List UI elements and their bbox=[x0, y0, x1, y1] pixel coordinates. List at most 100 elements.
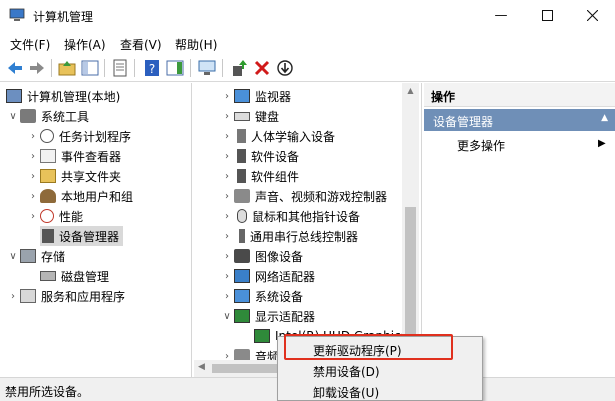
chevron-right-icon[interactable]: › bbox=[220, 111, 234, 122]
list-item[interactable]: › 声音、视频和游戏控制器 bbox=[220, 186, 387, 206]
tree-label: 设备管理器 bbox=[59, 229, 120, 244]
toolbox-icon bbox=[20, 109, 36, 123]
device-label: 键盘 bbox=[255, 109, 280, 124]
speaker-icon bbox=[234, 189, 250, 203]
chevron-down-icon[interactable]: ∨ bbox=[220, 311, 234, 322]
tree-label: 本地用户和组 bbox=[61, 189, 134, 204]
list-item[interactable]: ∨ 显示适配器 bbox=[220, 306, 315, 326]
action-pane-icon[interactable] bbox=[165, 58, 185, 78]
tree-root[interactable]: 计算机管理(本地) bbox=[6, 86, 120, 106]
tree-item-performance[interactable]: › 性能 bbox=[26, 206, 83, 226]
monitor-icon bbox=[234, 89, 250, 103]
more-actions-link[interactable]: 更多操作 bbox=[457, 137, 505, 154]
list-item[interactable]: › 图像设备 bbox=[220, 246, 303, 266]
up-folder-icon[interactable] bbox=[57, 58, 77, 78]
tree-item-services-apps[interactable]: › 服务和应用程序 bbox=[6, 286, 125, 306]
show-tree-icon[interactable] bbox=[80, 58, 100, 78]
software-device-icon bbox=[237, 149, 246, 163]
chevron-right-icon[interactable]: › bbox=[220, 131, 234, 142]
chevron-right-icon[interactable]: › bbox=[220, 251, 234, 262]
disable-device-menu-item[interactable]: 禁用设备(D) bbox=[313, 363, 380, 380]
list-item[interactable]: › 系统设备 bbox=[220, 286, 303, 306]
maximize-button[interactable] bbox=[524, 0, 570, 30]
tree-item-event-viewer[interactable]: › 事件查看器 bbox=[26, 146, 121, 166]
chevron-right-icon[interactable]: › bbox=[220, 91, 234, 102]
scan-hardware-icon[interactable] bbox=[197, 58, 217, 78]
graphics-card-icon bbox=[254, 329, 270, 343]
highlight-box bbox=[284, 334, 453, 360]
chevron-right-icon[interactable]: › bbox=[220, 191, 234, 202]
list-item[interactable]: › 通用串行总线控制器 bbox=[220, 226, 358, 246]
tree-label: 任务计划程序 bbox=[59, 129, 132, 144]
status-text: 禁用所选设备。 bbox=[5, 385, 90, 399]
tree-label: 事件查看器 bbox=[61, 149, 122, 164]
list-item[interactable]: › 监视器 bbox=[220, 86, 291, 106]
minimize-button[interactable]: — bbox=[478, 0, 524, 30]
performance-icon bbox=[40, 209, 54, 223]
toolbar-separator bbox=[51, 59, 52, 77]
chevron-right-icon[interactable]: › bbox=[26, 171, 40, 182]
menu-help[interactable]: 帮助(H) bbox=[175, 36, 217, 53]
tree-item-system-tools[interactable]: ∨ 系统工具 bbox=[6, 106, 89, 126]
tree-item-device-manager[interactable]: 设备管理器 bbox=[40, 226, 124, 246]
menu-action[interactable]: 操作(A) bbox=[64, 36, 106, 53]
tree-item-task-scheduler[interactable]: › 任务计划程序 bbox=[26, 126, 131, 146]
chevron-right-icon[interactable]: › bbox=[220, 171, 234, 182]
chevron-right-icon[interactable]: › bbox=[26, 131, 40, 142]
update-driver-icon[interactable] bbox=[229, 58, 249, 78]
close-icon bbox=[586, 9, 598, 21]
list-item[interactable]: › 鼠标和其他指针设备 bbox=[220, 206, 360, 226]
chevron-down-icon[interactable]: ∨ bbox=[6, 111, 20, 122]
list-item[interactable]: › 软件组件 bbox=[220, 166, 299, 186]
list-item[interactable]: › 人体学输入设备 bbox=[220, 126, 335, 146]
list-item[interactable]: › 网络适配器 bbox=[220, 266, 315, 286]
tree-item-storage[interactable]: ∨ 存储 bbox=[6, 246, 65, 266]
toolbar-separator bbox=[222, 59, 223, 77]
chevron-right-icon[interactable]: › bbox=[220, 151, 234, 162]
navigation-tree: 计算机管理(本地) ∨ 系统工具 › 任务计划程序 › 事件查看器 › 共享文件… bbox=[0, 83, 192, 377]
back-arrow-icon[interactable] bbox=[5, 58, 25, 78]
chevron-right-icon[interactable]: › bbox=[220, 231, 234, 242]
uninstall-icon[interactable] bbox=[252, 58, 272, 78]
maximize-icon bbox=[541, 9, 553, 21]
chevron-right-icon[interactable]: › bbox=[220, 271, 234, 282]
clock-icon bbox=[40, 129, 54, 143]
uninstall-device-menu-item[interactable]: 卸载设备(U) bbox=[313, 384, 379, 401]
chevron-right-icon[interactable]: › bbox=[26, 191, 40, 202]
chevron-right-icon[interactable]: › bbox=[26, 151, 40, 162]
software-component-icon bbox=[237, 169, 246, 183]
toolbar: ? bbox=[0, 54, 615, 82]
chevron-down-icon[interactable]: ∨ bbox=[6, 251, 20, 262]
tree-label: 存储 bbox=[41, 249, 66, 264]
device-label: 通用串行总线控制器 bbox=[250, 229, 359, 244]
network-adapter-icon bbox=[234, 269, 250, 283]
chevron-right-icon[interactable]: ▶ bbox=[598, 138, 606, 149]
chevron-right-icon[interactable]: › bbox=[220, 211, 234, 222]
tree-item-disk-management[interactable]: 磁盘管理 bbox=[40, 266, 109, 286]
menu-file[interactable]: 文件(F) bbox=[10, 36, 50, 53]
chevron-right-icon[interactable]: › bbox=[6, 291, 20, 302]
hid-icon bbox=[237, 129, 246, 143]
download-circle-icon[interactable] bbox=[275, 58, 295, 78]
close-button[interactable] bbox=[569, 0, 615, 30]
actions-pane: 操作 设备管理器 ▲ 更多操作 ▶ bbox=[424, 83, 615, 377]
help-icon[interactable]: ? bbox=[142, 58, 162, 78]
properties-icon[interactable] bbox=[110, 58, 130, 78]
actions-section-device-manager[interactable]: 设备管理器 ▲ bbox=[424, 109, 615, 131]
tree-item-shared-folders[interactable]: › 共享文件夹 bbox=[26, 166, 121, 186]
list-item[interactable]: › 键盘 bbox=[220, 106, 279, 126]
tree-item-local-users[interactable]: › 本地用户和组 bbox=[26, 186, 133, 206]
menu-view[interactable]: 查看(V) bbox=[120, 36, 162, 53]
services-icon bbox=[20, 289, 36, 303]
menu-bar: 文件(F) 操作(A) 查看(V) 帮助(H) bbox=[0, 32, 615, 54]
device-label: 声音、视频和游戏控制器 bbox=[255, 189, 388, 204]
list-item[interactable]: › 软件设备 bbox=[220, 146, 299, 166]
chevron-right-icon[interactable]: › bbox=[220, 291, 234, 302]
scroll-left-arrow-icon[interactable]: ◀ bbox=[198, 362, 205, 372]
device-label: 系统设备 bbox=[255, 289, 304, 304]
chevron-right-icon[interactable]: › bbox=[26, 211, 40, 222]
device-label: 监视器 bbox=[255, 89, 292, 104]
forward-arrow-icon[interactable] bbox=[27, 58, 47, 78]
scroll-up-arrow-icon[interactable]: ▲ bbox=[405, 86, 416, 96]
collapse-arrow-icon[interactable]: ▲ bbox=[601, 113, 608, 123]
